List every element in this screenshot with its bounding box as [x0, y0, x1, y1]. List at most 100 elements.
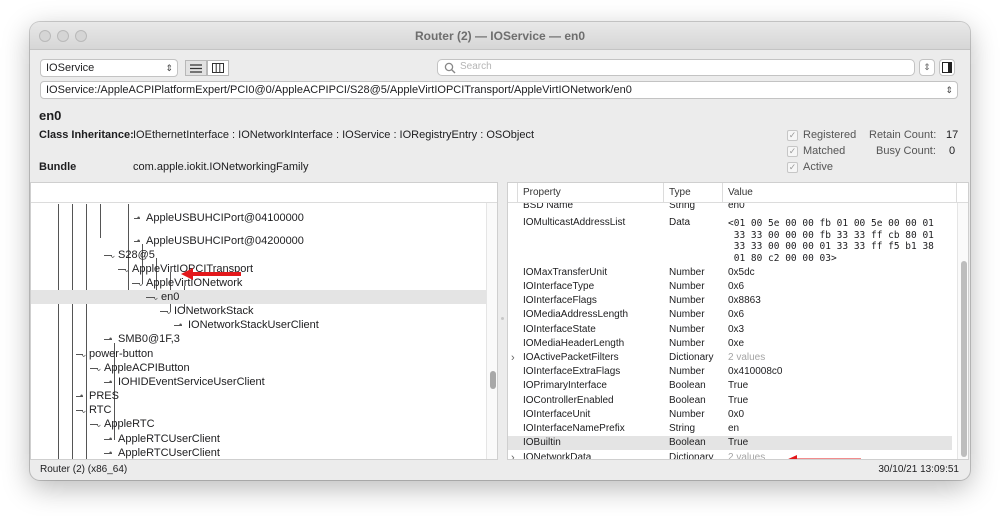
column-view-button[interactable] — [207, 60, 229, 76]
property-name: IOPrimaryInterface — [523, 380, 607, 391]
tree-leaf-dot-icon: • — [109, 434, 113, 444]
property-row[interactable]: IOInterfaceFlags Number 0x8863 — [508, 294, 952, 308]
disclosure-chevron-icon[interactable]: ⌄ — [165, 304, 173, 318]
property-type: Boolean — [669, 437, 706, 448]
inspector-button[interactable] — [939, 59, 955, 76]
tree-row[interactable]: ⌄ en0 — [31, 290, 486, 304]
column-header-type[interactable]: Type — [664, 183, 723, 203]
checkmark-icon: ✓ — [787, 129, 798, 141]
property-row[interactable]: IOPrimaryInterface Boolean True — [508, 379, 952, 393]
column-view-icon — [212, 63, 224, 73]
property-row[interactable]: IOInterfaceNamePrefix String en — [508, 422, 952, 436]
path-value: IOService:/AppleACPIPlatformExpert/PCI0@… — [46, 84, 632, 96]
disclosure-chevron-icon[interactable]: ⌄ — [137, 276, 145, 290]
tree-row[interactable]: ⌄ power-button — [31, 347, 486, 361]
property-row[interactable]: BSD Name String en0 — [508, 203, 952, 213]
tree-row[interactable]: • AppleRTCUserClient — [31, 446, 486, 459]
tree-leaf-dot-icon: • — [179, 320, 183, 330]
properties-rows: BSD Name String en0 IOMulticastAddressList D… — [508, 203, 957, 459]
tree-scrollbar[interactable] — [486, 203, 497, 459]
status-left: Router (2) (x86_64) — [40, 464, 128, 475]
tree-scroll-thumb[interactable] — [490, 371, 496, 389]
tree-row[interactable]: • IONetworkStackUserClient — [31, 318, 486, 332]
column-header-property[interactable]: Property — [518, 183, 664, 203]
property-row[interactable]: IOControllerEnabled Boolean True — [508, 394, 952, 408]
registry-tree[interactable]: • AppleUSBUHCIPort@04100000 • AppleUSBUHCIP… — [30, 182, 498, 460]
property-row[interactable]: IOInterfaceExtraFlags Number 0x410008c0 — [508, 365, 952, 379]
tree-row[interactable]: ⌄ AppleVirtIONetwork — [31, 276, 486, 290]
list-view-button[interactable] — [185, 60, 207, 76]
property-name: IOInterfaceNamePrefix — [523, 423, 625, 434]
property-row[interactable]: IOBuiltin Boolean True — [508, 436, 952, 450]
properties-scroll-thumb[interactable] — [961, 261, 967, 457]
search-options-stepper[interactable]: ⇕ — [919, 59, 935, 76]
property-row[interactable]: IOInterfaceState Number 0x3 — [508, 323, 952, 337]
tree-row-label: AppleUSBUHCIPort@04200000 — [146, 235, 304, 247]
tree-row-label: IONetworkStack — [174, 305, 254, 317]
disclosure-chevron-icon[interactable]: ⌄ — [152, 290, 160, 304]
bundle-label: Bundle — [39, 161, 77, 173]
title-bar: Router (2) — IOService — en0 — [30, 22, 970, 50]
status-bar: Router (2) (x86_64) 30/10/21 13:09:51 — [30, 459, 970, 480]
search-field[interactable]: Search — [437, 59, 915, 76]
tree-leaf-dot-icon: • — [109, 334, 113, 344]
bundle-value: com.apple.iokit.IONetworkingFamily — [133, 161, 309, 173]
divider-grip-icon — [501, 317, 504, 320]
active-checkbox: ✓ Active — [787, 161, 833, 173]
property-name: BSD Name — [523, 203, 574, 211]
path-popup[interactable]: IOService:/AppleACPIPlatformExpert/PCI0@… — [40, 81, 958, 99]
property-name: IOInterfaceExtraFlags — [523, 366, 621, 377]
tree-row[interactable]: ⌄ S28@5 — [31, 248, 486, 262]
updown-chevron-icon: ⇕ — [923, 62, 931, 72]
property-row[interactable]: IOMaxTransferUnit Number 0x5dc — [508, 266, 952, 280]
tree-row-label: RTC — [89, 404, 112, 416]
updown-chevron-icon: ⇕ — [165, 63, 173, 73]
split-view-divider[interactable] — [498, 182, 507, 460]
disclosure-chevron-icon[interactable]: ⌄ — [123, 262, 131, 276]
property-row[interactable]: IOInterfaceUnit Number 0x0 — [508, 408, 952, 422]
disclosure-chevron-icon[interactable]: ⌄ — [80, 347, 88, 361]
tree-row[interactable]: • IOHIDEventServiceUserClient — [31, 375, 486, 389]
property-row[interactable]: IOMulticastAddressList Data <01 00 5e 00 0… — [508, 216, 952, 264]
tree-row[interactable]: ⌄ IONetworkStack — [31, 304, 486, 318]
property-row[interactable]: › IOActivePacketFilters Dictionary 2 values — [508, 351, 952, 365]
disclosure-chevron-icon[interactable]: › — [511, 351, 515, 365]
property-value: 0x3 — [728, 324, 745, 335]
tree-leaf-dot-icon: • — [137, 236, 141, 246]
property-value: en — [728, 423, 740, 434]
disclosure-chevron-icon[interactable]: ⌄ — [95, 361, 103, 375]
property-row[interactable]: IOInterfaceType Number 0x6 — [508, 280, 952, 294]
tree-row[interactable]: • AppleUSBUHCIPort@04200000 — [31, 234, 486, 248]
tree-row-label: IOHIDEventServiceUserClient — [118, 376, 265, 388]
property-type: String — [669, 203, 696, 211]
properties-scrollbar[interactable] — [957, 203, 968, 459]
tree-leaf-dot-icon: • — [137, 213, 141, 223]
plane-popup[interactable]: IOService ⇕ — [40, 59, 178, 77]
disclosure-chevron-icon[interactable]: ⌄ — [109, 248, 117, 262]
properties-table[interactable]: Property Type Value BSD Name String en0 IOM… — [507, 182, 969, 460]
property-row[interactable]: IOMediaHeaderLength Number 0xe — [508, 337, 952, 351]
retain-count-value: 17 — [946, 129, 959, 141]
class-inheritance-value: IOEthernetInterface : IONetworkInterface… — [133, 129, 535, 141]
tree-row[interactable]: • AppleUSBUHCIPort@04100000 — [31, 211, 486, 225]
tree-row[interactable]: ⌄ RTC — [31, 403, 486, 417]
list-view-icon — [190, 63, 202, 73]
disclosure-chevron-icon[interactable]: ⌄ — [95, 417, 103, 431]
tree-row[interactable]: • SMB0@1F,3 — [31, 332, 486, 346]
tree-row[interactable]: ⌄ AppleRTC — [31, 417, 486, 431]
tree-row[interactable]: ⌄AppleVirtIOPCITransport — [31, 262, 486, 276]
tree-row[interactable]: • PRES — [31, 389, 486, 403]
tree-row[interactable]: • AppleRTCUserClient — [31, 432, 486, 446]
search-placeholder: Search — [460, 61, 492, 72]
disclosure-chevron-icon[interactable]: ⌄ — [80, 403, 88, 417]
property-name: IOInterfaceUnit — [523, 409, 591, 420]
property-type: Number — [669, 267, 705, 278]
matched-checkbox: ✓ Matched — [787, 145, 846, 157]
tree-row[interactable]: ⌄ AppleACPIButton — [31, 361, 486, 375]
magnifier-icon — [444, 62, 456, 74]
property-row[interactable]: IOMediaAddressLength Number 0x6 — [508, 308, 952, 322]
column-header-value[interactable]: Value — [723, 183, 957, 203]
window-title: Router (2) — IOService — en0 — [414, 29, 586, 43]
busy-count-label: Busy Count: — [876, 145, 936, 157]
property-value: 0x5dc — [728, 267, 755, 278]
